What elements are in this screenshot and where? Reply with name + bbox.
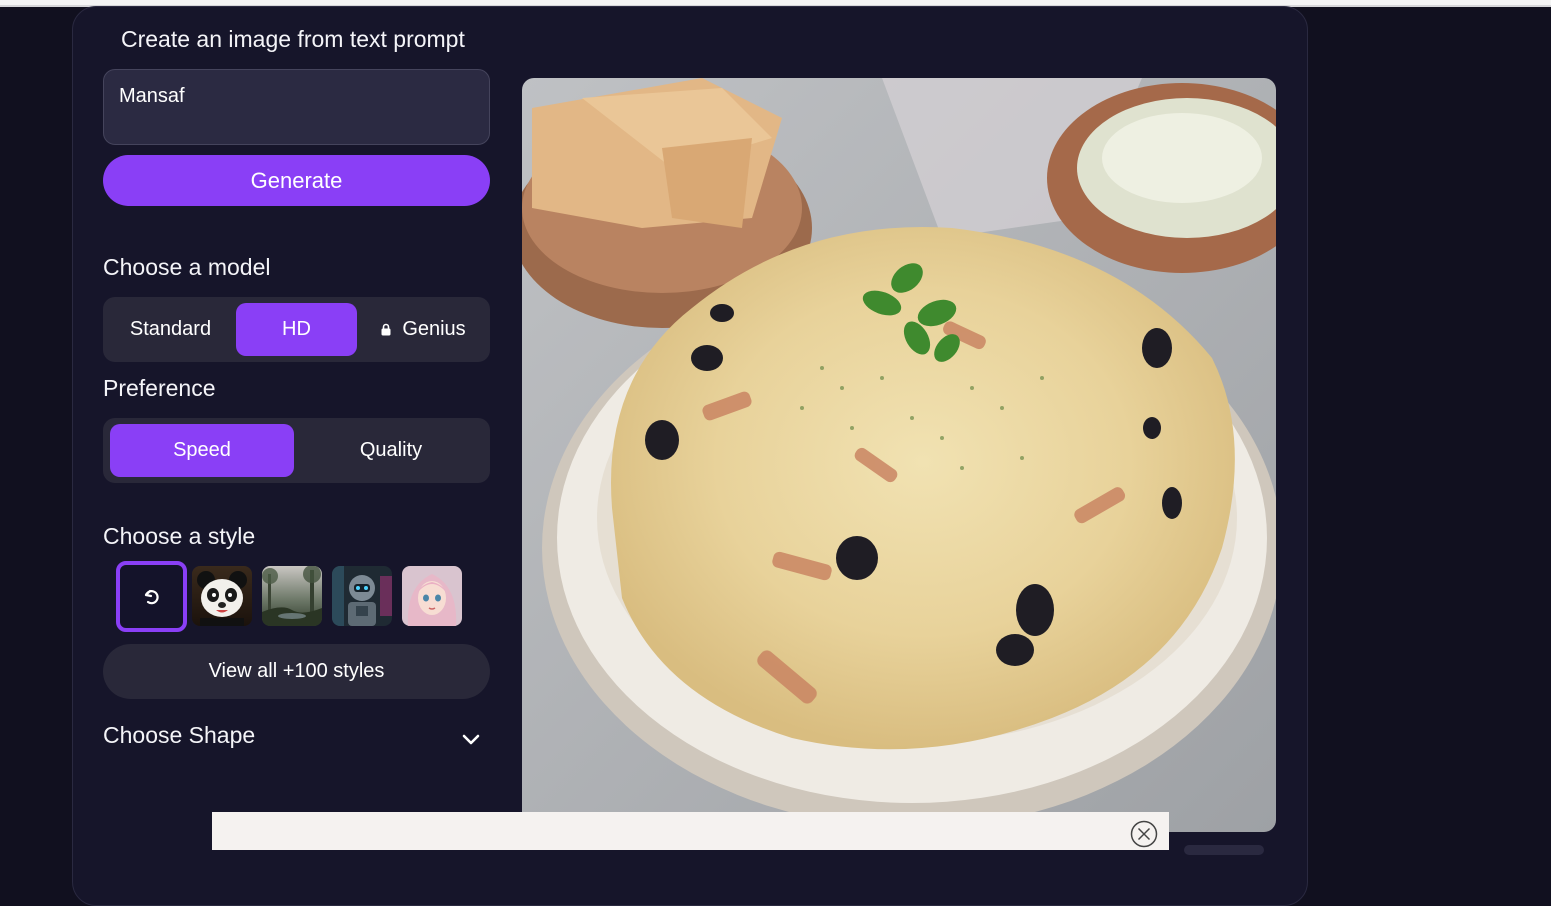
ad-banner [212, 812, 1169, 850]
generated-image[interactable] [522, 78, 1276, 832]
preference-option-speed[interactable]: Speed [110, 424, 294, 477]
no-style-icon [144, 589, 159, 604]
model-option-label: HD [282, 318, 311, 340]
style-thumb-none[interactable] [116, 561, 187, 632]
prompt-input[interactable]: Mansaf [103, 69, 490, 145]
choose-shape-dropdown[interactable]: Choose Shape [103, 722, 490, 756]
model-section-label: Choose a model [103, 254, 271, 280]
preference-option-label: Quality [359, 439, 423, 461]
page-title: Create an image from text prompt [121, 26, 465, 52]
style-thumb-panda[interactable] [192, 566, 252, 626]
model-option-label: Standard [129, 318, 212, 340]
chevron-down-icon [462, 734, 480, 745]
generated-food-image [522, 78, 1276, 832]
lock-icon [381, 323, 393, 336]
style-thumb-landscape[interactable] [262, 566, 322, 626]
model-option-hd[interactable]: HD [236, 303, 357, 356]
model-option-standard[interactable]: Standard [109, 303, 232, 356]
style-thumb-robot[interactable] [332, 566, 392, 626]
panel-footer-stub [1184, 845, 1264, 855]
view-all-styles-button[interactable]: View all +100 styles [103, 644, 490, 699]
style-section-label: Choose a style [103, 523, 256, 549]
model-option-label: Genius [402, 318, 466, 340]
preference-selector: Speed Quality [103, 418, 490, 483]
preference-option-label: Speed [173, 439, 231, 461]
model-option-genius[interactable]: Genius [363, 303, 484, 356]
generate-button[interactable]: Generate [103, 155, 490, 206]
style-thumb-anime-girl[interactable] [402, 566, 462, 626]
close-icon[interactable] [1130, 820, 1158, 848]
preference-section-label: Preference [103, 375, 216, 401]
preference-option-quality[interactable]: Quality [299, 424, 483, 477]
model-selector: Standard HD Genius [103, 297, 490, 362]
shape-section-label: Choose Shape [103, 722, 256, 748]
view-all-styles-label: View all +100 styles [208, 660, 385, 682]
